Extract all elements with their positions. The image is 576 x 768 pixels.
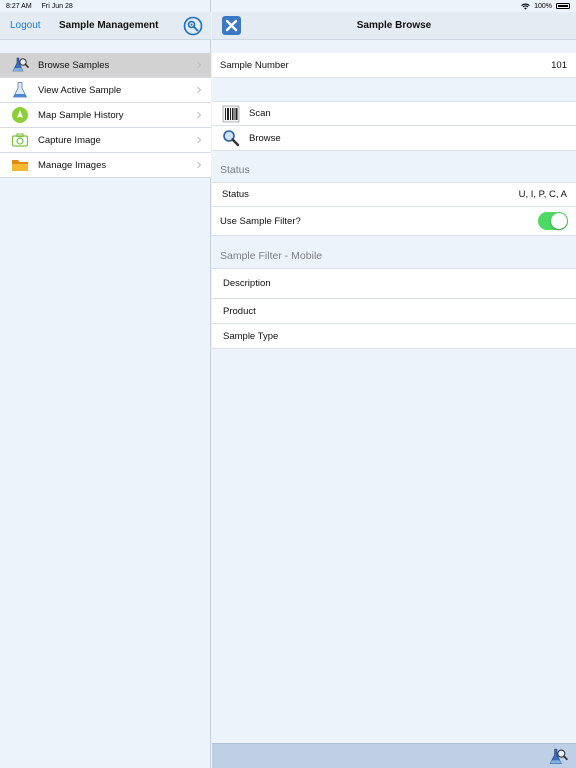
menu-item-manage-images[interactable]: Manage Images [0, 153, 211, 178]
menu-item-label: Capture Image [38, 134, 101, 146]
toggle-knob [551, 213, 567, 229]
use-sample-filter-toggle[interactable] [538, 212, 568, 230]
master-title: Sample Management [59, 20, 159, 31]
chevron-right-icon [197, 111, 202, 119]
filter-sample-type-field[interactable]: Sample Type [212, 324, 576, 349]
master-pane: Logout Sample Management Browse Samples [0, 0, 211, 768]
master-menu: Browse Samples View Active Sample Map Sa… [0, 53, 211, 178]
detail-pane: Sample Browse Sample Number 101 Scan Bro… [212, 0, 576, 768]
battery-percent: 100% [534, 2, 552, 10]
status-date: Fri Jun 28 [41, 2, 73, 10]
chevron-right-icon [197, 136, 202, 144]
menu-item-map-sample-history[interactable]: Map Sample History [0, 103, 211, 128]
bottom-toolbar [212, 743, 576, 768]
scan-label: Scan [249, 108, 271, 119]
folder-icon [11, 156, 29, 174]
use-sample-filter-label: Use Sample Filter? [220, 215, 301, 227]
chevron-right-icon [197, 61, 202, 69]
status-value: U, I, P, C, A [518, 189, 567, 200]
detail-title: Sample Browse [356, 20, 432, 31]
browse-row[interactable]: Browse [212, 126, 576, 151]
browse-label: Browse [249, 132, 281, 144]
detail-navigation-bar: Sample Browse [212, 12, 576, 40]
sample-number-row[interactable]: Sample Number 101 [212, 53, 576, 78]
menu-item-label: Manage Images [38, 159, 107, 171]
flask-icon [11, 81, 29, 99]
status-time: 8:27 AM [6, 2, 32, 10]
battery-icon [556, 3, 570, 9]
status-row[interactable]: Status U, I, P, C, A [212, 182, 576, 207]
menu-item-label: View Active Sample [38, 84, 122, 96]
filter-product-label: Product [223, 305, 256, 317]
settings-gear-icon[interactable] [183, 16, 203, 36]
chevron-right-icon [197, 161, 202, 169]
menu-item-view-active-sample[interactable]: View Active Sample [0, 78, 211, 103]
barcode-icon [222, 105, 240, 123]
filter-section-header: Sample Filter - Mobile [220, 250, 323, 262]
sample-number-value[interactable]: 101 [551, 60, 567, 71]
map-pin-icon [11, 106, 29, 124]
scan-row[interactable]: Scan [212, 101, 576, 126]
sample-flask-magnifier-icon [11, 56, 29, 74]
sample-number-label: Sample Number [220, 59, 289, 71]
filter-description-field[interactable]: Description [212, 268, 576, 299]
chevron-right-icon [197, 86, 202, 94]
wifi-icon [521, 3, 530, 10]
menu-item-label: Browse Samples [38, 59, 110, 71]
filter-product-field[interactable]: Product [212, 299, 576, 324]
menu-item-browse-samples[interactable]: Browse Samples [0, 53, 211, 78]
status-label: Status [222, 189, 249, 200]
filter-description-label: Description [223, 278, 271, 289]
use-sample-filter-row: Use Sample Filter? [212, 207, 576, 236]
status-bar: 8:27 AM Fri Jun 28 100% [0, 0, 576, 12]
logout-button[interactable]: Logout [10, 20, 41, 31]
magnifier-icon [222, 129, 240, 147]
master-navigation-bar: Logout Sample Management [0, 12, 211, 40]
sample-flask-magnifier-icon[interactable] [548, 747, 568, 767]
status-section-header: Status [220, 164, 250, 176]
menu-item-label: Map Sample History [38, 109, 124, 121]
camera-icon [11, 131, 29, 149]
menu-item-capture-image[interactable]: Capture Image [0, 128, 211, 153]
filter-sample-type-label: Sample Type [223, 330, 279, 342]
